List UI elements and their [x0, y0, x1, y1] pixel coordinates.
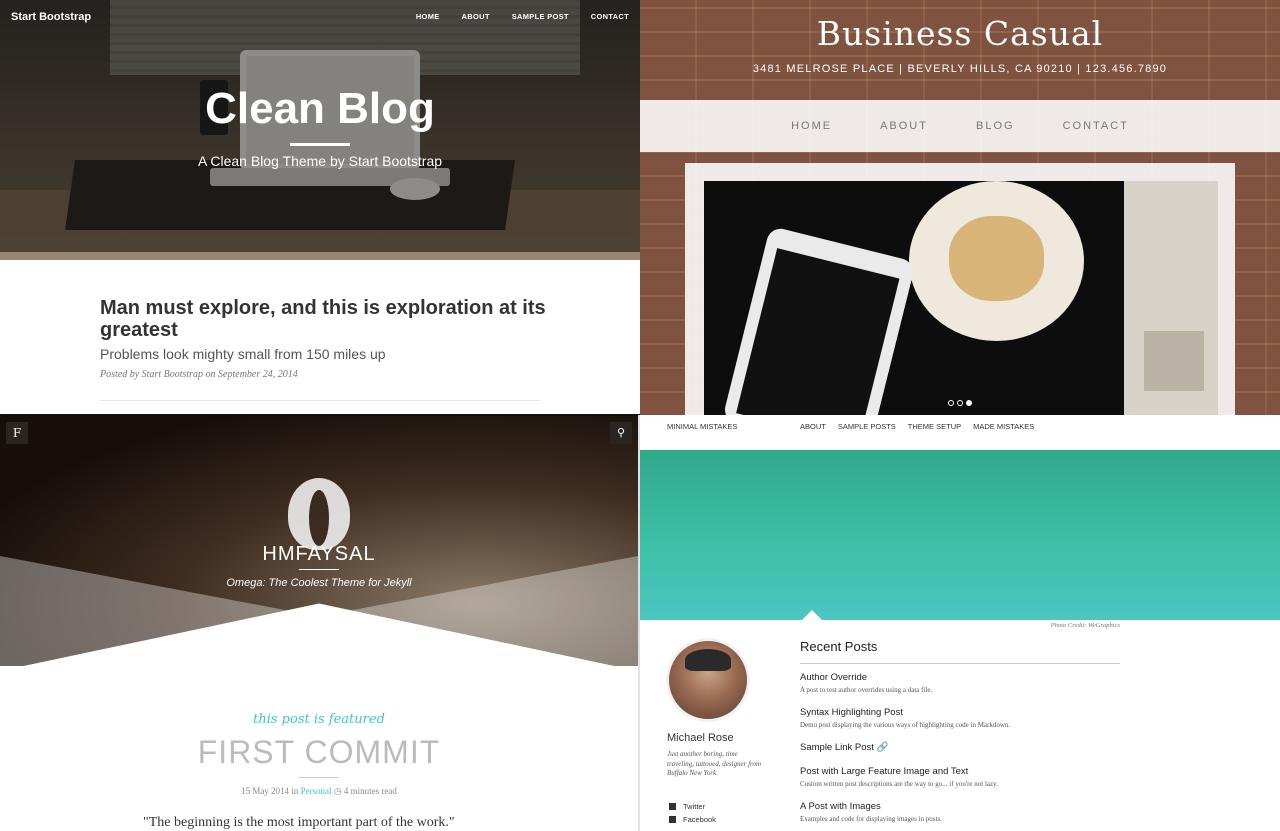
post-title[interactable]: FIRST COMMIT: [0, 734, 638, 771]
carousel-dot-3[interactable]: [966, 400, 972, 406]
carousel-indicators: [948, 400, 972, 406]
post-desc: Demo post displaying the various ways of…: [800, 721, 1011, 729]
business-casual-title: Business Casual: [816, 14, 1104, 53]
twitter-label: Twitter: [683, 802, 706, 811]
site-divider: [299, 569, 339, 570]
nav-contact[interactable]: CONTACT: [591, 12, 629, 21]
nav-sample-post[interactable]: SAMPLE POST: [512, 12, 569, 21]
recent-posts-list: Author Override A post to test author ov…: [800, 672, 1130, 831]
post-meta: 15 May 2014 in Personal ◷ 4 minutes read: [0, 786, 638, 797]
clean-blog-nav: HOME ABOUT SAMPLE POST CONTACT: [416, 12, 629, 21]
avatar: [666, 638, 750, 722]
business-address: 3481 MELROSE PLACE | BEVERLY HILLS, CA 9…: [752, 63, 1168, 75]
carousel-dot-1[interactable]: [948, 400, 954, 406]
nav-contact[interactable]: CONTACT: [1063, 120, 1129, 132]
post-title-link[interactable]: Man must explore, and this is exploratio…: [100, 297, 550, 341]
read-time: 4 minutes read: [343, 786, 397, 796]
recent-posts-divider: [800, 663, 1120, 664]
omega-logo: [288, 478, 350, 550]
clean-blog-brand[interactable]: Start Bootstrap: [11, 11, 91, 23]
nav-sample-posts[interactable]: SAMPLE POSTS: [838, 422, 896, 431]
nav-home[interactable]: HOME: [791, 120, 832, 132]
nav-about[interactable]: ABOUT: [462, 12, 490, 21]
title-divider: [290, 143, 350, 146]
post-category-link[interactable]: Personal: [301, 786, 332, 796]
post-desc: A post to test author overrides using a …: [800, 686, 933, 694]
post-link[interactable]: Post with Large Feature Image and Text: [800, 766, 1130, 777]
post-title-divider: [299, 777, 339, 778]
mm-brand[interactable]: MINIMAL MISTAKES: [667, 422, 737, 431]
clean-blog-title: Clean Blog: [205, 84, 435, 133]
recent-posts-heading: Recent Posts: [800, 639, 878, 654]
social-twitter[interactable]: Twitter: [669, 800, 716, 813]
link-icon: 🔗: [876, 742, 889, 753]
nav-about[interactable]: ABOUT: [880, 120, 928, 132]
search-icon[interactable]: ⚲: [610, 422, 632, 444]
social-facebook[interactable]: Facebook: [669, 813, 716, 826]
site-tagline: Omega: The Coolest Theme for Jekyll: [226, 577, 412, 589]
facebook-icon: [669, 816, 676, 823]
post-desc: Custom written post descriptions are the…: [800, 780, 998, 788]
nav-blog[interactable]: BLOG: [976, 120, 1015, 132]
nav-home[interactable]: HOME: [416, 12, 440, 21]
hmfaysal-screenshot: F ⚲ HMFAYSAL Omega: The Coolest Theme fo…: [0, 416, 638, 831]
banner-notch: [802, 610, 822, 620]
clean-blog-subtitle: A Clean Blog Theme by Start Bootstrap: [197, 153, 443, 169]
site-name[interactable]: HMFAYSAL: [0, 543, 638, 566]
post-meta: Posted by Start Bootstrap on September 2…: [100, 369, 298, 380]
business-casual-nav: HOME ABOUT BLOG CONTACT: [640, 100, 1280, 152]
social-links: Twitter Facebook: [669, 800, 716, 826]
twitter-icon: [669, 803, 676, 810]
post-link[interactable]: A Post with Images: [800, 801, 1130, 812]
minimal-mistakes-screenshot: MINIMAL MISTAKES ABOUT SAMPLE POSTS THEM…: [640, 416, 1280, 831]
post-subtitle: Problems look mighty small from 150 mile…: [100, 346, 386, 362]
clean-blog-screenshot: Start Bootstrap HOME ABOUT SAMPLE POST C…: [0, 0, 640, 415]
facebook-label: Facebook: [683, 815, 716, 824]
nav-made-mistakes[interactable]: MADE MISTAKES: [973, 422, 1034, 431]
business-casual-screenshot: Business Casual 3481 MELROSE PLACE | BEV…: [640, 0, 1280, 415]
author-name: Michael Rose: [667, 732, 734, 744]
tablet: [722, 225, 916, 415]
mm-nav: ABOUT SAMPLE POSTS THEME SETUP MADE MIST…: [800, 422, 1034, 431]
newspaper-photo: [1144, 331, 1204, 391]
post-date: 15 May 2014 in: [241, 786, 299, 796]
post-link[interactable]: Author Override: [800, 672, 1130, 683]
scone: [949, 216, 1044, 301]
post-link[interactable]: Sample Link Post 🔗: [800, 742, 1130, 753]
menu-button[interactable]: F: [6, 422, 28, 444]
grid-divider-vertical: [638, 415, 640, 831]
post-quote: "The beginning is the most important par…: [143, 815, 455, 830]
post-link-label: Sample Link Post: [800, 742, 874, 753]
post-link[interactable]: Syntax Highlighting Post: [800, 707, 1130, 718]
post-desc: Examples and code for displaying images …: [800, 815, 942, 823]
nav-theme-setup[interactable]: THEME SETUP: [908, 422, 961, 431]
clock-icon: ◷: [333, 786, 342, 796]
nav-about[interactable]: ABOUT: [800, 422, 826, 431]
photo-credit[interactable]: Photo Credit: WeGraphics: [1051, 622, 1120, 629]
post-divider: [100, 400, 540, 401]
carousel-image[interactable]: [704, 181, 1218, 415]
feature-banner: [640, 450, 1280, 620]
carousel-dot-2[interactable]: [957, 400, 963, 406]
author-bio: Just another boring, time traveling, tat…: [667, 750, 762, 777]
featured-label: this post is featured: [253, 712, 385, 727]
